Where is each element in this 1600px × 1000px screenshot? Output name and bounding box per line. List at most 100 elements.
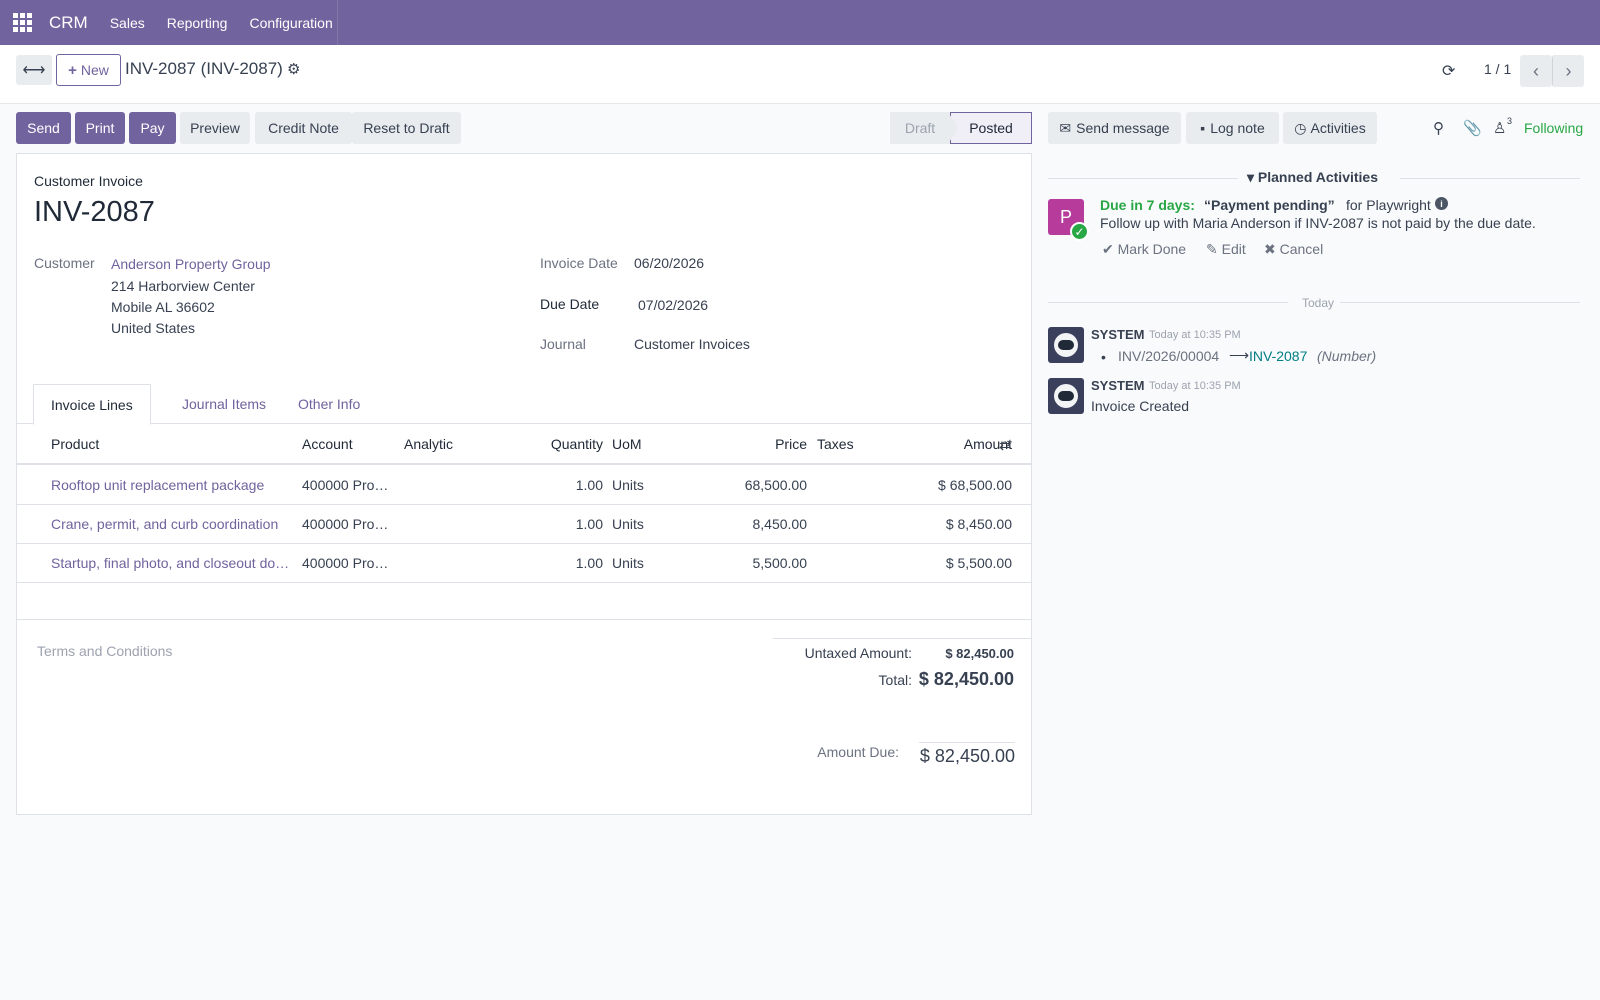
envelope-icon: ✉ <box>1059 119 1072 136</box>
activities-label: Activities <box>1310 120 1366 136</box>
app-brand[interactable]: CRM <box>49 13 88 33</box>
total-value: $ 82,450.00 <box>918 669 1014 689</box>
avatar[interactable] <box>1048 327 1084 363</box>
column-amount[interactable]: Amount <box>897 436 1012 452</box>
arrow-right-icon: ⟶ <box>1229 347 1250 363</box>
due-date-field[interactable]: 07/02/2026 <box>638 297 708 313</box>
activities-button[interactable]: ◷ Activities <box>1283 112 1377 144</box>
untaxed-amount-label: Untaxed Amount: <box>804 645 912 661</box>
untaxed-amount-value: $ 82,450.00 <box>945 646 1014 661</box>
caret-down-icon: ▾ <box>1247 169 1258 185</box>
column-analytic[interactable]: Analytic <box>404 436 453 452</box>
row-product[interactable]: Rooftop unit replacement package <box>51 477 296 493</box>
invoice-date-field[interactable]: 06/20/2026 <box>634 255 704 271</box>
plus-icon: + <box>68 61 77 79</box>
totals-divider <box>773 638 1031 639</box>
mark-done-link[interactable]: ✔ Mark Done <box>1102 241 1186 258</box>
column-product[interactable]: Product <box>51 436 99 452</box>
terms-and-conditions-field[interactable]: Terms and Conditions <box>37 643 172 659</box>
notebook-tabs: Invoice Lines Journal Items Other Info <box>17 384 1031 425</box>
message-author[interactable]: SYSTEM <box>1091 378 1144 393</box>
row-uom[interactable]: Units <box>612 516 644 532</box>
row-price[interactable]: 8,450.00 <box>707 516 808 532</box>
status-arrow <box>948 112 958 144</box>
pager-next-button[interactable]: › <box>1552 55 1584 87</box>
activity-summary: “Payment pending” <box>1204 197 1335 213</box>
row-product[interactable]: Crane, permit, and curb coordination <box>51 516 296 532</box>
check-icon: ✓ <box>1070 222 1089 241</box>
tab-other-info[interactable]: Other Info <box>281 384 377 424</box>
gear-icon[interactable]: ⚙ <box>287 60 300 78</box>
row-account[interactable]: 400000 Pro… <box>302 477 392 493</box>
pencil-icon: ✎ <box>1206 241 1222 257</box>
row-price[interactable]: 5,500.00 <box>707 555 808 571</box>
cancel-label: Cancel <box>1279 241 1324 257</box>
send-button[interactable]: Send <box>16 112 71 144</box>
menu-configuration[interactable]: Configuration <box>249 15 332 31</box>
row-account[interactable]: 400000 Pro… <box>302 516 392 532</box>
refresh-icon[interactable]: ⟳ <box>1442 61 1455 81</box>
print-button[interactable]: Print <box>75 112 125 144</box>
preview-button[interactable]: Preview <box>180 112 250 144</box>
column-settings-icon[interactable]: ⇄ <box>999 436 1012 454</box>
expand-toggle-button[interactable]: ⟷ <box>16 55 52 85</box>
followers-icon[interactable]: ♙ <box>1493 119 1506 137</box>
column-uom[interactable]: UoM <box>612 436 642 452</box>
row-amount: $ 5,500.00 <box>945 555 1012 571</box>
apps-menu-icon[interactable] <box>0 0 45 45</box>
new-button[interactable]: + New <box>56 54 121 86</box>
edit-label: Edit <box>1221 241 1246 257</box>
pager-value[interactable]: 1 / 1 <box>1484 61 1511 77</box>
menu-reporting[interactable]: Reporting <box>167 15 228 31</box>
info-icon[interactable]: i <box>1435 197 1448 210</box>
tracking-field-name: (Number) <box>1317 348 1377 364</box>
log-note-button[interactable]: ▪ Log note <box>1186 112 1279 144</box>
record-title: INV-2087 (INV-2087) <box>125 59 283 78</box>
form-sheet: Customer Invoice INV-2087 Customer Ander… <box>16 153 1032 815</box>
avatar[interactable] <box>1048 378 1084 414</box>
row-uom[interactable]: Units <box>612 477 644 493</box>
address-line-1: 214 Harborview Center <box>111 278 255 294</box>
navbar-divider <box>337 0 338 45</box>
send-message-button[interactable]: ✉ Send message <box>1048 112 1181 144</box>
credit-note-button[interactable]: Credit Note <box>255 112 352 144</box>
status-posted[interactable]: Posted <box>950 112 1032 144</box>
paperclip-icon[interactable]: 📎 <box>1463 119 1482 137</box>
column-price[interactable]: Price <box>707 436 807 452</box>
row-quantity[interactable]: 1.00 <box>517 516 603 532</box>
status-draft[interactable]: Draft <box>890 112 950 144</box>
row-price[interactable]: 68,500.00 <box>707 477 807 493</box>
journal-field[interactable]: Customer Invoices <box>634 336 750 352</box>
reset-to-draft-button[interactable]: Reset to Draft <box>352 112 461 144</box>
cancel-link[interactable]: ✖ Cancel <box>1264 241 1323 258</box>
customer-field[interactable]: Anderson Property Group <box>111 256 271 272</box>
table-row[interactable]: Crane, permit, and curb coordination 400… <box>17 505 1031 544</box>
column-quantity[interactable]: Quantity <box>517 436 603 452</box>
planned-activities-title[interactable]: ▾ Planned Activities <box>1247 169 1378 186</box>
new-button-label: New <box>80 62 109 78</box>
x-icon: ✖ <box>1264 241 1280 257</box>
customer-label: Customer <box>34 255 95 271</box>
following-button[interactable]: Following <box>1524 120 1583 136</box>
message-author[interactable]: SYSTEM <box>1091 327 1144 342</box>
search-icon[interactable]: ⚲ <box>1433 119 1444 137</box>
table-row[interactable]: Startup, final photo, and closeout do… 4… <box>17 544 1031 583</box>
pay-button[interactable]: Pay <box>129 112 176 144</box>
column-taxes[interactable]: Taxes <box>817 436 854 452</box>
column-account[interactable]: Account <box>302 436 353 452</box>
menu-sales[interactable]: Sales <box>110 15 145 31</box>
address-line-2: Mobile AL 36602 <box>111 299 215 315</box>
row-quantity[interactable]: 1.00 <box>517 477 603 493</box>
table-row[interactable]: Rooftop unit replacement package 400000 … <box>17 466 1031 505</box>
pager-previous-button[interactable]: ‹ <box>1520 55 1552 87</box>
row-uom[interactable]: Units <box>612 555 644 571</box>
row-quantity[interactable]: 1.00 <box>517 555 603 571</box>
activity-note: Follow up with Maria Anderson if INV-208… <box>1100 215 1536 231</box>
activity-assignee: for Playwright <box>1346 197 1431 213</box>
tab-invoice-lines[interactable]: Invoice Lines <box>33 384 151 425</box>
row-account[interactable]: 400000 Pro… <box>302 555 392 571</box>
edit-link[interactable]: ✎ Edit <box>1206 241 1246 258</box>
send-message-label: Send message <box>1076 120 1170 136</box>
row-product[interactable]: Startup, final photo, and closeout do… <box>51 555 296 571</box>
tab-journal-items[interactable]: Journal Items <box>165 384 283 424</box>
